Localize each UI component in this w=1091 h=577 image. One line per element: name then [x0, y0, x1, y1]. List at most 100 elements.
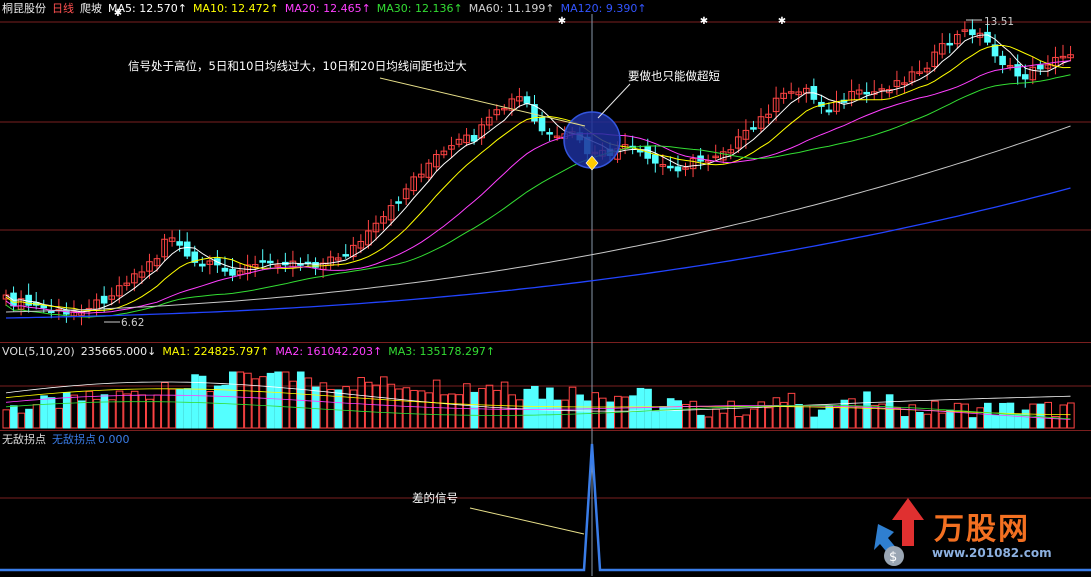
volume-bar: [32, 404, 41, 429]
volume-bar: [47, 397, 56, 429]
volume-bar: [432, 379, 441, 429]
volume-bar: [553, 399, 562, 429]
star-marker-icon: ✱: [558, 16, 566, 27]
candle-body: [176, 241, 183, 246]
volume-bar: [236, 371, 245, 429]
volume-bar: [546, 387, 554, 429]
volume-bar: [2, 409, 11, 429]
volume-bar: [893, 407, 902, 429]
volume-bar: [115, 390, 124, 429]
volume-bar: [440, 394, 448, 429]
candle-body: [1021, 74, 1029, 80]
candle-body: [538, 116, 546, 132]
volume-bar: [531, 385, 539, 429]
volume-bar: [787, 392, 796, 429]
volume-bar: [183, 388, 192, 429]
ma30-line: [5, 74, 1071, 318]
volume-bar: [380, 376, 388, 429]
volume-bar: [795, 404, 803, 429]
volume-bar: [327, 388, 335, 429]
low-price-label: 6.62: [121, 317, 145, 329]
volume-bar: [719, 412, 728, 429]
volume-bar: [817, 409, 826, 429]
volume-bar: [682, 403, 690, 429]
candle-body: [1014, 64, 1022, 77]
logo-arrow-icon: $: [874, 498, 924, 566]
volume-bar: [583, 400, 592, 429]
volume-bar: [968, 417, 977, 429]
volume-bar: [281, 371, 290, 429]
candle-body: [100, 295, 108, 304]
candle-body: [470, 135, 478, 142]
volume-bar: [515, 399, 524, 429]
volume-bar: [621, 396, 630, 429]
volume-bar: [410, 389, 418, 429]
candle-body: [259, 260, 266, 263]
candle-body: [199, 263, 206, 267]
candle-body: [229, 268, 236, 276]
candle-body: [863, 91, 871, 95]
volume-bar: [70, 394, 79, 429]
volume-bar: [10, 405, 18, 429]
candle-body: [674, 166, 682, 172]
volume-bar: [1044, 401, 1053, 429]
volume-bar: [500, 381, 509, 429]
volume-bar: [229, 371, 237, 429]
volume-bar: [372, 384, 381, 429]
volume-bar: [568, 386, 577, 429]
volume-bar: [900, 416, 909, 429]
volume-bar: [221, 384, 230, 429]
volume-bar: [123, 393, 131, 429]
volume-bar: [266, 372, 275, 429]
volume-bar: [734, 416, 743, 429]
high-price-label: 13.51: [984, 16, 1015, 28]
volume-bar: [153, 394, 162, 429]
candle-body: [266, 260, 274, 264]
volume-bar: [417, 390, 426, 429]
volume-bar: [591, 392, 600, 429]
volume-bar: [161, 381, 169, 429]
candle-body: [946, 42, 954, 46]
volume-bar: [636, 387, 645, 429]
chart-canvas[interactable]: ✱ ✱ ✱ ✱: [0, 0, 1091, 576]
volume-bar: [666, 398, 675, 429]
volume-bar: [938, 412, 947, 429]
volume-bar: [1067, 402, 1075, 429]
volume-bar: [508, 394, 516, 429]
candle-body: [342, 254, 350, 257]
volume-bar: [825, 405, 834, 429]
candle-body: [999, 55, 1006, 66]
candle-body: [395, 201, 402, 204]
volume-bar: [395, 388, 403, 429]
volume-bar: [78, 400, 86, 429]
volume-bar: [138, 394, 146, 429]
volume-bar: [334, 389, 343, 429]
volume-bar: [810, 416, 818, 429]
volume-bar: [274, 371, 282, 429]
volume-bar: [984, 402, 992, 429]
volume-bar: [863, 391, 871, 429]
volume-bar: [342, 386, 350, 429]
volume-bar: [1036, 403, 1045, 429]
volume-bar: [319, 382, 328, 429]
ma5-line: [5, 34, 1071, 313]
volume-bar: [357, 377, 365, 429]
candle-body: [667, 165, 674, 169]
star-marker-icon: ✱: [114, 8, 122, 19]
volume-bar: [576, 394, 584, 429]
volume-bar: [772, 397, 781, 429]
ma20-line: [5, 60, 1071, 314]
volume-bar: [349, 389, 358, 429]
volume-bar: [802, 404, 811, 429]
volume-bar: [40, 395, 48, 429]
volume-bar: [364, 381, 373, 429]
volume-bar: [402, 387, 411, 429]
logo-name: 万股网: [934, 512, 1030, 547]
volume-bar: [1021, 409, 1030, 429]
volume-bar: [304, 377, 313, 429]
volume-bar: [833, 407, 841, 429]
annotation-high-signal: 信号处于高位，5日和10日均线过大，10日和20日均线间距也过大: [128, 59, 467, 73]
volume-bar: [108, 399, 116, 429]
volume-bar: [840, 399, 849, 429]
volume-bar: [478, 387, 486, 429]
